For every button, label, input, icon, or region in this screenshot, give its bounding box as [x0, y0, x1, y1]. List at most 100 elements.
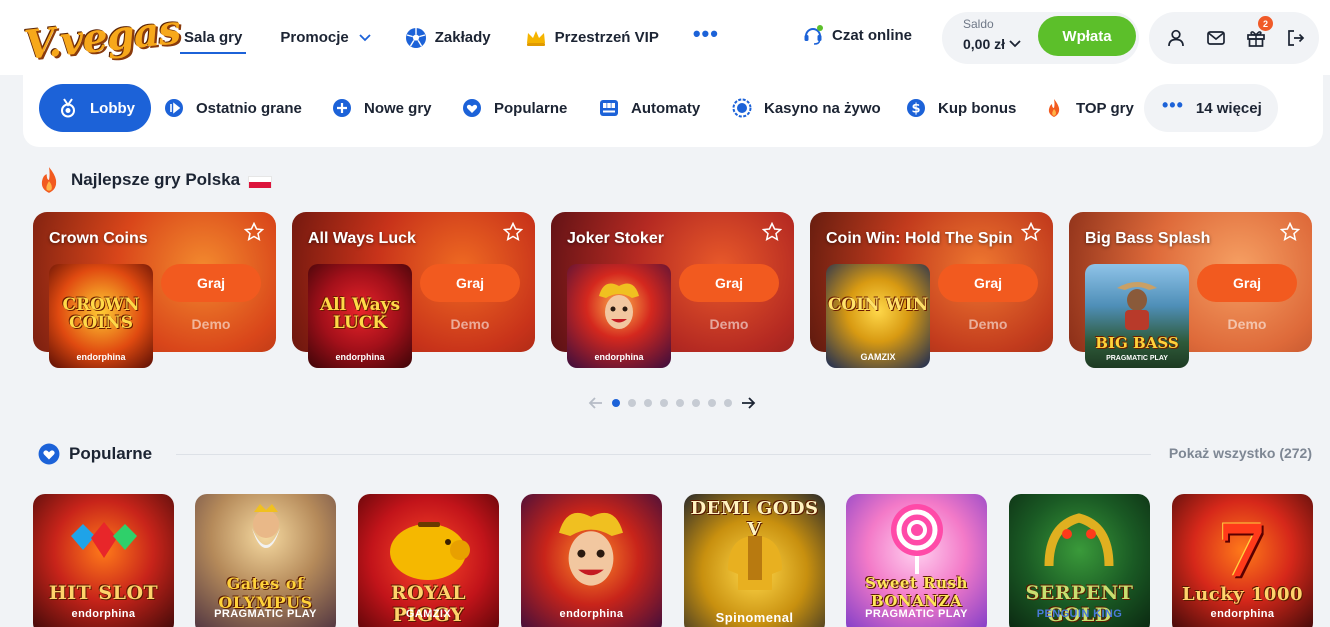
game-title: Coin Win: Hold The Spin [826, 230, 1013, 247]
snake-icon [1044, 513, 1114, 567]
gift-icon [1247, 31, 1265, 47]
category-label: Nowe gry [364, 99, 432, 117]
game-thumbnail[interactable]: COIN WIN GAMZIX [826, 264, 930, 368]
logo-text: V.vegas [21, 5, 183, 70]
featured-section-title: Najlepsze gry Polska [37, 166, 273, 194]
demo-button[interactable]: Demo [420, 316, 520, 332]
game-tile[interactable]: ROYAL PIGGY GAMZIX [358, 494, 499, 627]
nav-item-zaklady[interactable]: Zakłady [405, 20, 491, 56]
favorite-star-icon[interactable] [503, 222, 523, 242]
nav-item-promocje[interactable]: Promocje [280, 20, 371, 56]
category-buy-bonus[interactable]: $ Kup bonus [906, 84, 1016, 132]
category-label: Popularne [494, 99, 568, 117]
game-provider: Spinomenal [715, 610, 794, 625]
logout-button[interactable] [1282, 24, 1310, 52]
game-thumbnail[interactable]: BIG BASS PRAGMATIC PLAY [1085, 264, 1189, 368]
demo-label: Demo [968, 316, 1008, 332]
joker-face-icon [599, 283, 639, 329]
category-label: Automaty [631, 99, 701, 117]
live-chat-button[interactable]: Czat online [802, 24, 912, 46]
demo-button[interactable]: Demo [679, 316, 779, 332]
nav-item-sala-gry[interactable]: Sala gry [180, 20, 247, 56]
favorite-star-icon[interactable] [1021, 222, 1041, 242]
category-label: Kup bonus [938, 99, 1017, 117]
carousel-dot[interactable] [708, 399, 716, 407]
deposit-button[interactable]: Wpłata [1038, 16, 1136, 56]
game-tile[interactable]: 7 Lucky 1000 endorphina [1172, 494, 1313, 627]
messages-button[interactable] [1202, 24, 1230, 52]
game-name: HIT SLOT [48, 582, 159, 604]
deposit-label: Wpłata [1062, 27, 1112, 45]
category-label: Lobby [90, 99, 135, 117]
demo-label: Demo [709, 316, 749, 332]
piggy-bank-icon [390, 522, 470, 580]
game-thumbnail[interactable]: endorphina [567, 264, 671, 368]
profile-button[interactable] [1162, 24, 1190, 52]
chevron-down-icon [359, 33, 371, 41]
vvegas-logo[interactable]: V.vegas [20, 6, 182, 69]
game-thumbnail[interactable]: All Ways LUCK endorphina [308, 264, 412, 368]
play-button[interactable]: Graj [679, 264, 779, 302]
game-tile[interactable]: Sweet Rush BONANZA PRAGMATIC PLAY [846, 494, 987, 627]
play-button[interactable]: Graj [420, 264, 520, 302]
game-provider: GAMZIX [405, 608, 452, 620]
category-recent[interactable]: Ostatnio grane [164, 84, 302, 132]
favorite-star-icon[interactable] [244, 222, 264, 242]
arrow-right-icon[interactable] [740, 395, 756, 411]
mail-icon [1207, 31, 1225, 45]
demo-button[interactable]: Demo [938, 316, 1038, 332]
demo-button[interactable]: Demo [1197, 316, 1297, 332]
game-tile[interactable]: HIT SLOT endorphina [33, 494, 174, 627]
carousel-pager [588, 394, 756, 412]
nav-item-vip[interactable]: Przestrzeń VIP [525, 20, 659, 56]
arrow-left-icon[interactable] [588, 395, 604, 411]
balance-dropdown[interactable]: 0,00 zł [963, 36, 1021, 52]
carousel-dot[interactable] [660, 399, 668, 407]
top-header: V.vegas Sala gry Promocje Zakłady Przest… [0, 0, 1330, 75]
game-tile[interactable]: endorphina [521, 494, 662, 627]
game-title: All Ways Luck [308, 230, 416, 247]
slot-machine-icon [600, 100, 618, 116]
carousel-dot[interactable] [644, 399, 652, 407]
dollar-icon: $ [907, 99, 925, 117]
category-live-casino[interactable]: Kasyno na żywo [732, 84, 881, 132]
section-divider [176, 454, 1151, 455]
thumb-provider: PRAGMATIC PLAY [1106, 355, 1168, 362]
carousel-dot[interactable] [676, 399, 684, 407]
show-all-link[interactable]: Pokaż wszystko (272) [1169, 445, 1312, 461]
category-slots[interactable]: Automaty [599, 84, 700, 132]
game-provider: PRAGMATIC PLAY [865, 608, 968, 620]
game-tile[interactable]: SERPENT GOLD PENGUIN KING [1009, 494, 1150, 627]
game-thumbnail[interactable]: CROWN COINS endorphina [49, 264, 153, 368]
category-lobby[interactable]: Lobby [39, 84, 151, 132]
category-popular[interactable]: Popularne [462, 84, 567, 132]
gem-icon [71, 522, 137, 558]
game-provider: endorphina [1210, 608, 1275, 620]
popular-section-title: Popularne [38, 443, 152, 465]
category-label: Kasyno na żywo [764, 99, 881, 117]
play-button[interactable]: Graj [161, 264, 261, 302]
carousel-dot[interactable] [692, 399, 700, 407]
carousel-dot[interactable] [628, 399, 636, 407]
nav-more-button[interactable]: ••• [693, 20, 719, 56]
carousel-dot[interactable] [612, 399, 620, 407]
seven-icon: 7 [1217, 508, 1268, 593]
category-top-games[interactable]: TOP gry [1044, 84, 1134, 132]
favorite-star-icon[interactable] [762, 222, 782, 242]
user-actions: 2 [1149, 12, 1319, 64]
game-tile[interactable]: Gates of OLYMPUS PRAGMATIC PLAY [195, 494, 336, 627]
thumb-provider: endorphina [594, 352, 644, 362]
fisherman-icon [1117, 282, 1157, 330]
play-button[interactable]: Graj [938, 264, 1038, 302]
category-more[interactable]: ••• 14 więcej [1144, 84, 1278, 132]
gifts-button[interactable]: 2 [1242, 16, 1273, 52]
balance-value: 0,00 zł [963, 36, 1006, 52]
demo-button[interactable]: Demo [161, 316, 261, 332]
carousel-dot[interactable] [724, 399, 732, 407]
favorite-star-icon[interactable] [1280, 222, 1300, 242]
demo-label: Demo [1227, 316, 1267, 332]
category-new[interactable]: Nowe gry [332, 84, 432, 132]
play-button[interactable]: Graj [1197, 264, 1297, 302]
pager-dots [608, 399, 736, 407]
game-tile[interactable]: DEMI GODS V Spinomenal [684, 494, 825, 627]
